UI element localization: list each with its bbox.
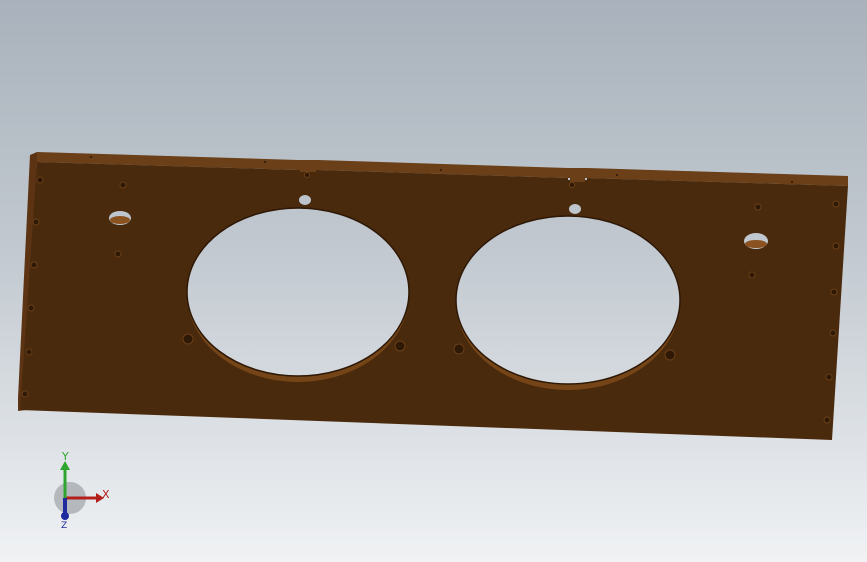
x-axis-label: X (102, 488, 110, 501)
plate-model[interactable] (18, 152, 848, 440)
graphics-viewport[interactable] (0, 0, 867, 562)
y-axis-label: Y (61, 450, 69, 463)
hole-left-large (110, 216, 130, 224)
z-axis-tip-icon (61, 512, 69, 520)
z-axis-label: Z (61, 521, 67, 528)
plate-front-face (20, 162, 848, 440)
notch-left (300, 168, 316, 172)
notch-right (570, 178, 585, 182)
hole-right-large (745, 240, 767, 248)
coordinate-triad[interactable]: X Y Z (40, 448, 120, 528)
